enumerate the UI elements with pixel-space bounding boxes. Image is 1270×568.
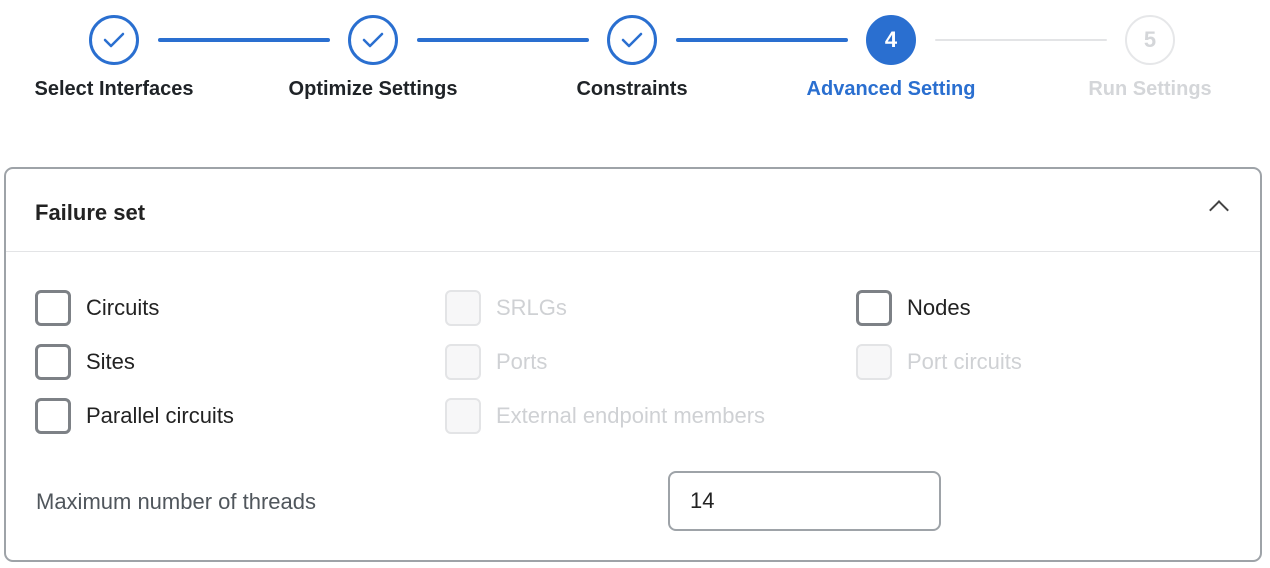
threads-input[interactable] — [668, 471, 941, 531]
checkbox-box — [445, 290, 481, 326]
checkbox-ports: Ports — [445, 344, 547, 380]
checkbox-box — [445, 344, 481, 380]
checkbox-nodes[interactable]: Nodes — [856, 290, 971, 326]
checkbox-port-circuits: Port circuits — [856, 344, 1022, 380]
step-number: 4 — [866, 15, 916, 65]
checkbox-label: Parallel circuits — [86, 403, 234, 428]
checkbox-label: SRLGs — [496, 295, 567, 320]
panel-title: Failure set — [35, 200, 146, 225]
checkbox-label: Port circuits — [907, 349, 1022, 374]
threads-label: Maximum number of threads — [36, 489, 316, 514]
step-run-settings: 5 Run Settings — [1030, 15, 1270, 101]
step-label: Advanced Setting — [806, 78, 976, 100]
checkbox-srlgs: SRLGs — [445, 290, 567, 326]
step-optimize-settings[interactable]: Optimize Settings — [253, 15, 493, 101]
checkbox-label: Circuits — [86, 295, 160, 320]
checkbox-circuits[interactable]: Circuits — [35, 290, 159, 326]
step-select-interfaces[interactable]: Select Interfaces — [0, 15, 234, 101]
step-number: 5 — [1125, 15, 1175, 65]
checkbox-parallel-circuits[interactable]: Parallel circuits — [35, 398, 234, 434]
chevron-up-icon[interactable] — [1209, 200, 1229, 220]
checkbox-box[interactable] — [856, 290, 892, 326]
step-advanced-setting[interactable]: 4 Advanced Setting — [771, 15, 1011, 101]
step-label: Select Interfaces — [34, 78, 194, 100]
checkbox-box — [856, 344, 892, 380]
checkbox-box[interactable] — [35, 290, 71, 326]
checkbox-box[interactable] — [35, 344, 71, 380]
checkbox-label: Sites — [86, 349, 135, 374]
step-label: Constraints — [576, 78, 688, 100]
checkbox-box[interactable] — [35, 398, 71, 434]
checkbox-label: Ports — [496, 349, 548, 374]
checkbox-label: Nodes — [907, 295, 971, 320]
panel-header[interactable]: Failure set — [6, 169, 1260, 252]
step-constraints[interactable]: Constraints — [512, 15, 752, 101]
failure-set-panel: Failure set Circuits SRLGs Nodes Sites P… — [4, 167, 1262, 562]
checkbox-label: External endpoint members — [496, 403, 766, 428]
check-icon — [348, 15, 398, 65]
check-icon — [89, 15, 139, 65]
step-label: Run Settings — [1088, 78, 1212, 100]
step-label: Optimize Settings — [288, 78, 458, 100]
checkbox-box — [445, 398, 481, 434]
checkbox-external-endpoint-members: External endpoint members — [445, 398, 765, 434]
check-icon — [607, 15, 657, 65]
checkbox-sites[interactable]: Sites — [35, 344, 135, 380]
